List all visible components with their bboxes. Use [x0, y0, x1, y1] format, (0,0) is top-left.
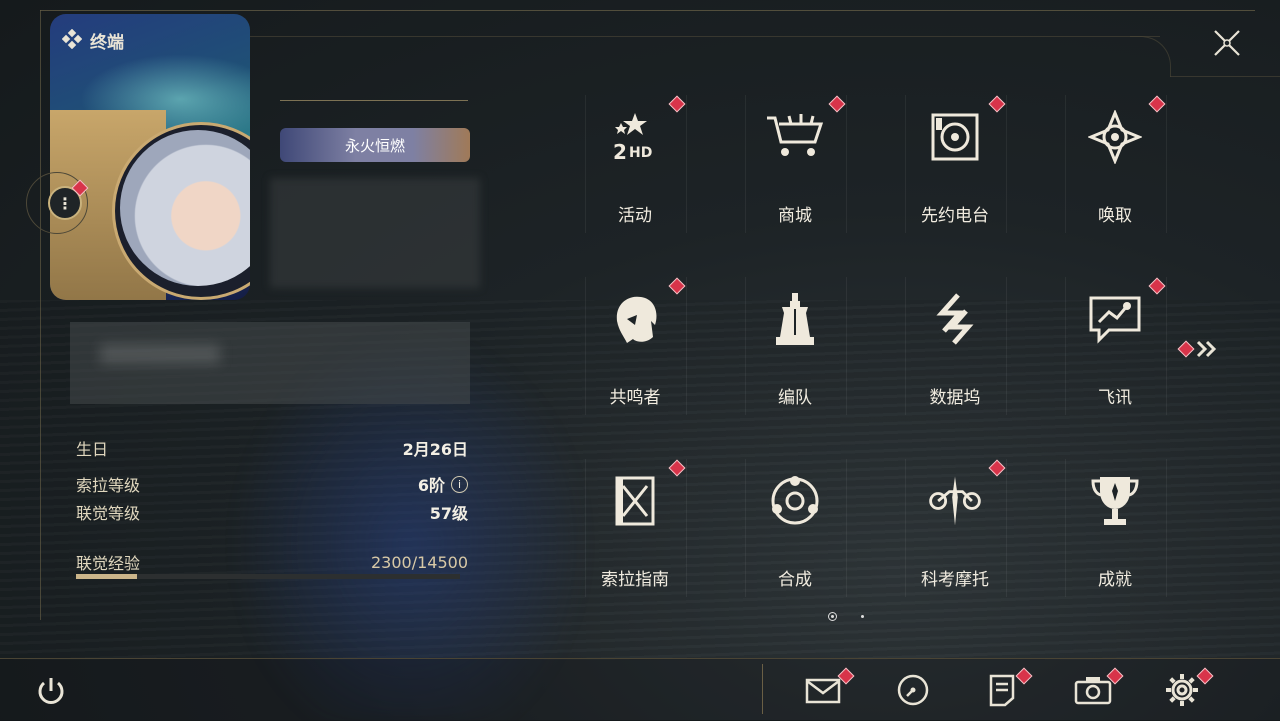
- exp-progress-fill: [76, 574, 137, 579]
- menu-item[interactable]: 2 HD 活动: [585, 95, 687, 233]
- menu-item[interactable]: 合成: [745, 459, 847, 597]
- event-icon: 2 HD: [605, 107, 665, 167]
- menu-item-label: 数据坞: [929, 388, 981, 408]
- blurred-signature[interactable]: [70, 322, 470, 404]
- menu-item-label: 活动: [618, 206, 652, 226]
- exp-progress-bar: [76, 574, 460, 579]
- menu-item-label: 先约电台: [921, 206, 989, 226]
- notice-icon: [989, 674, 1015, 707]
- databank-icon: [925, 289, 985, 349]
- menu-item[interactable]: 商城: [745, 95, 847, 233]
- frame-line: [1170, 76, 1280, 77]
- menu-item[interactable]: 共鸣者: [585, 277, 687, 415]
- profile-card[interactable]: [50, 14, 250, 300]
- shop-icon: [765, 107, 825, 167]
- team-icon: [765, 289, 825, 349]
- menu-item[interactable]: 先约电台: [905, 95, 1007, 233]
- menu-item[interactable]: 编队: [745, 277, 847, 415]
- title-badge-text: 永火恒燃: [344, 136, 405, 155]
- stat-union-level: 联觉等级 57级: [76, 504, 468, 523]
- double-chevron-right-icon: [1196, 340, 1217, 358]
- menu-item[interactable]: 唤取: [1065, 95, 1167, 233]
- convene-icon: [1085, 107, 1145, 167]
- close-icon: [1214, 30, 1240, 56]
- next-page-button[interactable]: [1177, 340, 1218, 358]
- menu-item[interactable]: 数据坞: [905, 277, 1007, 415]
- chat-icon: [1085, 289, 1145, 349]
- divider: [280, 100, 468, 101]
- frame-corner: [1130, 36, 1171, 77]
- info-icon[interactable]: i: [451, 475, 468, 493]
- close-button[interactable]: [1210, 26, 1244, 60]
- gear-icon: [1166, 674, 1198, 706]
- menu-item-label: 飞讯: [1098, 388, 1132, 408]
- stat-union-exp: 联觉经验 2300/14500: [76, 552, 468, 574]
- mail-icon: [805, 678, 841, 704]
- trophy-icon: [1085, 471, 1145, 531]
- svg-text:2: 2: [613, 140, 627, 164]
- menu-item-label: 科考摩托: [921, 570, 989, 590]
- page-title-text: 终端: [90, 33, 124, 53]
- page-dot[interactable]: [861, 615, 864, 618]
- menu-item-label: 合成: [778, 570, 812, 590]
- frame-line: [40, 10, 41, 620]
- menu-item-label: 共鸣者: [609, 388, 661, 408]
- menu-item-label: 索拉指南: [601, 570, 669, 590]
- menu-item[interactable]: 成就: [1065, 459, 1167, 597]
- menu-item-label: 成就: [1098, 570, 1132, 590]
- page-title: 终端: [61, 28, 124, 53]
- clock-icon: [897, 674, 929, 706]
- time-button[interactable]: [893, 670, 933, 710]
- synthesis-icon: [765, 471, 825, 531]
- frame-line: [250, 36, 1160, 37]
- motorcycle-icon: [925, 471, 985, 531]
- power-icon: [38, 678, 64, 704]
- menu-item-label: 商城: [778, 206, 812, 226]
- radio-icon: [925, 107, 985, 167]
- menu-item-label: 唤取: [1098, 206, 1132, 226]
- frame-line: [40, 10, 1255, 11]
- camera-icon: [1074, 677, 1112, 705]
- power-button[interactable]: [34, 674, 68, 708]
- menu-item[interactable]: 科考摩托: [905, 459, 1007, 597]
- menu-item[interactable]: 飞讯: [1065, 277, 1167, 415]
- page-indicator: [828, 612, 864, 621]
- page-dot-active[interactable]: [828, 612, 837, 621]
- menu-item[interactable]: 索拉指南: [585, 459, 687, 597]
- stat-birthday: 生日 2月26日: [76, 440, 468, 459]
- svg-text:HD: HD: [629, 145, 652, 161]
- blurred-info: [270, 178, 480, 288]
- stat-sol-level: 索拉等级 6阶 i: [76, 472, 468, 496]
- guidebook-icon: [605, 471, 665, 531]
- resonator-icon: [605, 289, 665, 349]
- menu-item-label: 编队: [778, 388, 812, 408]
- notification-badge: [1177, 340, 1195, 358]
- divider: [762, 664, 763, 714]
- title-badge[interactable]: 永火恒燃: [280, 128, 470, 162]
- terminal-icon: [61, 28, 83, 53]
